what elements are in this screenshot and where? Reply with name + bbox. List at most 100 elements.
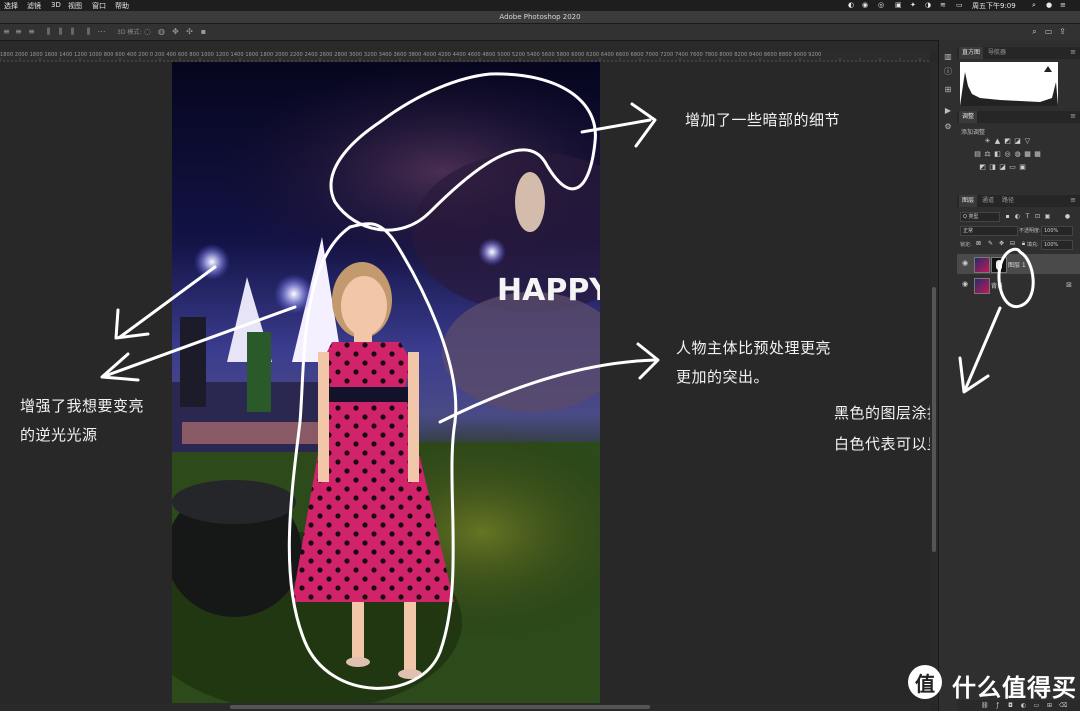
selective-color-icon[interactable]: ▣ bbox=[1019, 164, 1026, 171]
mac-menubar: 选择 滤镜 3D 视图 窗口 帮助 ◐ ◉ ◎ ▣ ✦ ◑ ≋ ▭ 周五下午9:… bbox=[0, 0, 1080, 11]
workspace-icon[interactable]: ▭ bbox=[1044, 27, 1053, 36]
vibrance-icon[interactable]: ▽ bbox=[1024, 138, 1031, 145]
levels-icon[interactable]: ▲ bbox=[994, 138, 1001, 145]
creative-cloud-icon[interactable]: ◎ bbox=[878, 1, 884, 9]
watermark-text: 什么值得买 bbox=[952, 674, 1077, 702]
tab-histogram[interactable]: 直方图 bbox=[959, 47, 984, 59]
3d-scale-icon[interactable]: ▪ bbox=[199, 27, 208, 36]
tab-paths[interactable]: 路径 bbox=[999, 195, 1017, 207]
menu-view[interactable]: 视图 bbox=[68, 1, 82, 11]
menu-window[interactable]: 窗口 bbox=[92, 1, 106, 11]
horizontal-scrollbar[interactable] bbox=[0, 703, 930, 711]
exposure-icon[interactable]: ◪ bbox=[1014, 138, 1021, 145]
adjust-menu-icon[interactable]: ≡ bbox=[1070, 113, 1076, 120]
histogram-menu-icon[interactable]: ≡ bbox=[1070, 49, 1076, 56]
arrow-subject bbox=[438, 358, 657, 424]
tab-channels[interactable]: 通道 bbox=[979, 195, 997, 207]
3d-pan-icon[interactable]: ✥ bbox=[171, 27, 180, 36]
hue-sat-icon[interactable]: ▤ bbox=[974, 151, 981, 158]
menubar-clock[interactable]: 周五下午9:09 bbox=[972, 1, 1016, 11]
gamepad-icon[interactable]: ✦ bbox=[910, 1, 916, 9]
black-white-icon[interactable]: ◧ bbox=[994, 151, 1001, 158]
search-icon[interactable]: ⌕ bbox=[1030, 27, 1039, 36]
wechat-icon[interactable]: ◐ bbox=[848, 1, 854, 9]
opacity-field[interactable]: 100% bbox=[1041, 226, 1073, 236]
info-icon[interactable]: ⓘ bbox=[943, 67, 953, 77]
play-actions-icon[interactable]: ▶ bbox=[943, 106, 953, 116]
filter-smart-icon[interactable]: ▣ bbox=[1044, 213, 1051, 220]
photo-filter-icon[interactable]: ◎ bbox=[1004, 151, 1011, 158]
layer-filter-select[interactable]: Q 类型 bbox=[960, 212, 1000, 222]
layers-menu-icon[interactable]: ≡ bbox=[1070, 197, 1076, 204]
new-adjustment-icon[interactable]: ◐ bbox=[1020, 702, 1027, 709]
menu-3d[interactable]: 3D bbox=[51, 1, 61, 9]
user-icon[interactable]: ● bbox=[1046, 1, 1052, 9]
status-icon[interactable]: ◉ bbox=[862, 1, 868, 9]
toggle-icon[interactable]: ◑ bbox=[925, 1, 931, 9]
tab-adjustments[interactable]: 调整 bbox=[959, 111, 978, 123]
add-mask-icon[interactable]: ◘ bbox=[1007, 702, 1014, 709]
more-options-icon[interactable]: ⋯ bbox=[97, 27, 106, 36]
histogram-chart bbox=[960, 66, 1058, 106]
annotation-dark-details: 增加了一些暗部的细节 bbox=[685, 111, 841, 129]
new-group-icon[interactable]: ▭ bbox=[1033, 702, 1040, 709]
invert-icon[interactable]: ◩ bbox=[979, 164, 986, 171]
color-lookup-icon[interactable]: ▦ bbox=[1024, 151, 1031, 158]
3d-roll-icon[interactable]: ◍ bbox=[157, 27, 166, 36]
tab-navigator[interactable]: 导航器 bbox=[985, 47, 1009, 59]
threshold-icon[interactable]: ◪ bbox=[999, 164, 1006, 171]
menu-select[interactable]: 选择 bbox=[4, 1, 18, 11]
align-bottom-icon[interactable]: ⫼ bbox=[68, 27, 77, 36]
posterize-icon[interactable]: ◨ bbox=[989, 164, 996, 171]
new-layer-icon[interactable]: ⊞ bbox=[1046, 702, 1053, 709]
battery-icon[interactable]: ▭ bbox=[956, 1, 963, 9]
arrow-backlight-1 bbox=[118, 265, 217, 339]
align-top-icon[interactable]: ⫼ bbox=[44, 27, 53, 36]
trash-icon[interactable]: ⌫ bbox=[1059, 702, 1067, 709]
grid-icon[interactable]: ▦ bbox=[1034, 151, 1041, 158]
align-middle-icon[interactable]: ⫼ bbox=[56, 27, 65, 36]
3d-orbit-icon[interactable]: ◌ bbox=[143, 27, 152, 36]
filter-adjust-icon[interactable]: ◐ bbox=[1014, 213, 1021, 220]
arrow-backlight-2 bbox=[103, 305, 297, 378]
gradient-map-icon[interactable]: ▭ bbox=[1009, 164, 1016, 171]
channel-mixer-icon[interactable]: ◍ bbox=[1014, 151, 1021, 158]
3d-slide-icon[interactable]: ✣ bbox=[185, 27, 194, 36]
warning-icon bbox=[1044, 66, 1052, 72]
notification-center-icon[interactable]: ≡ bbox=[1060, 1, 1066, 9]
adjust-tab-row: 调整 ≡ bbox=[957, 111, 1080, 123]
filter-pixel-icon[interactable]: ▪ bbox=[1004, 213, 1011, 220]
subject-loop bbox=[287, 222, 458, 690]
annotation-strokes bbox=[100, 72, 660, 690]
histogram-panel-icon[interactable]: ▥ bbox=[943, 52, 953, 62]
share-icon[interactable]: ⇪ bbox=[1058, 27, 1067, 36]
brightness-icon[interactable]: ☀ bbox=[984, 138, 991, 145]
window-title-bar: Adobe Photoshop 2020 bbox=[0, 11, 1080, 24]
display-icon[interactable]: ▣ bbox=[895, 1, 902, 9]
brush-settings-icon[interactable]: ⚙ bbox=[943, 122, 953, 132]
curves-icon[interactable]: ◩ bbox=[1004, 138, 1011, 145]
color-balance-icon[interactable]: ⚖ bbox=[984, 151, 991, 158]
link-layers-icon[interactable]: ⛓ bbox=[981, 702, 989, 709]
tab-layers[interactable]: 图层 bbox=[959, 195, 978, 207]
vertical-scrollbar[interactable] bbox=[930, 62, 938, 703]
properties-icon[interactable]: ⊞ bbox=[943, 85, 953, 95]
vertical-scroll-thumb[interactable] bbox=[932, 287, 936, 552]
align-right-icon[interactable]: ≡ bbox=[27, 27, 36, 36]
blend-mode-select[interactable]: 正常 bbox=[960, 226, 1018, 236]
filter-toggle-icon[interactable]: ● bbox=[1064, 213, 1071, 220]
fx-icon[interactable]: ƒ bbox=[994, 702, 1001, 709]
menu-filter[interactable]: 滤镜 bbox=[27, 1, 41, 11]
spotlight-search-icon[interactable]: ⌕ bbox=[1032, 1, 1036, 10]
filter-type-icon[interactable]: T bbox=[1024, 213, 1031, 220]
align-center-icon[interactable]: ≡ bbox=[14, 27, 23, 36]
distribute-icon[interactable]: ⫼ bbox=[84, 27, 93, 36]
wifi-icon[interactable]: ≋ bbox=[940, 1, 946, 9]
filter-shape-icon[interactable]: ⊡ bbox=[1034, 213, 1041, 220]
horizontal-scroll-thumb[interactable] bbox=[230, 705, 650, 709]
histogram-tab-row: 直方图 导航器 ≡ bbox=[957, 47, 1080, 59]
smzdm-logo-icon: 值 bbox=[908, 665, 942, 699]
mask-annotation-stroke bbox=[958, 247, 1035, 394]
align-left-icon[interactable]: ≡ bbox=[2, 27, 11, 36]
menu-help[interactable]: 帮助 bbox=[115, 1, 129, 11]
